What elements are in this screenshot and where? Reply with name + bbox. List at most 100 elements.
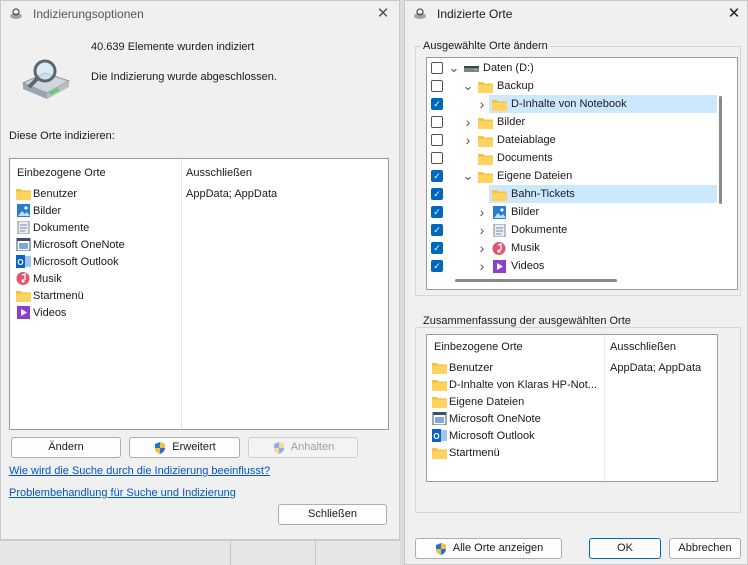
shield-icon bbox=[434, 542, 448, 556]
locations-list: Benutzer Bilder Dokumente Microsoft OneNote… bbox=[16, 185, 176, 321]
checkbox-checked[interactable]: ✓ bbox=[431, 242, 443, 254]
tree-item[interactable]: ✓ ⌄ Eigene Dateien bbox=[427, 167, 717, 185]
checkbox-checked[interactable]: ✓ bbox=[431, 98, 443, 110]
folder-icon bbox=[478, 152, 493, 165]
item-label: Benutzer bbox=[33, 187, 78, 200]
tree-item-label: Bilder bbox=[511, 206, 540, 218]
item-label: Videos bbox=[33, 306, 67, 319]
checkbox-checked[interactable]: ✓ bbox=[431, 224, 443, 236]
summary-item: Microsoft OneNote bbox=[432, 410, 602, 427]
checkbox-checked[interactable]: ✓ bbox=[431, 260, 443, 272]
chevron-right-icon[interactable]: › bbox=[475, 222, 489, 238]
checkbox-checked[interactable]: ✓ bbox=[431, 170, 443, 182]
music-icon bbox=[492, 241, 507, 255]
search-drive-icon bbox=[9, 8, 23, 20]
checkbox-unchecked[interactable] bbox=[431, 116, 443, 128]
included-locations-list[interactable]: Einbezogene Orte Ausschließen AppData; A… bbox=[9, 158, 389, 430]
location-item: Microsoft OneNote bbox=[16, 236, 176, 253]
folder-icon bbox=[432, 378, 447, 391]
locations-tree[interactable]: ⌄ Daten (D:) ⌄ Backup ✓ › D-Inhalte von Notebo… bbox=[426, 57, 738, 290]
tree-item-label: Dokumente bbox=[511, 224, 568, 236]
outlook-icon: O bbox=[432, 429, 447, 442]
summary-item: Benutzer bbox=[432, 359, 602, 376]
background-strip bbox=[0, 540, 400, 565]
tree-item[interactable]: ⌄ Backup bbox=[427, 77, 717, 95]
cancel-label: Abbrechen bbox=[678, 542, 732, 554]
tree-item[interactable]: › Bilder bbox=[427, 113, 717, 131]
tree-item[interactable]: ✓ › Dokumente bbox=[427, 221, 717, 239]
chevron-right-icon[interactable]: › bbox=[461, 114, 475, 130]
indexing-options-window: Indizierungsoptionen ✕ 40.639 Elemente w… bbox=[0, 0, 400, 540]
search-drive-icon bbox=[413, 8, 427, 20]
item-label: D-Inhalte von Klaras HP-Not... bbox=[449, 378, 597, 391]
svg-text:O: O bbox=[17, 258, 23, 267]
horizontal-scrollbar[interactable] bbox=[455, 279, 617, 282]
tree-item-label: Bahn-Tickets bbox=[511, 188, 575, 200]
tree-item[interactable]: › Dateiablage bbox=[427, 131, 717, 149]
show-all-locations-button[interactable]: Alle Orte anzeigen bbox=[415, 538, 562, 559]
tree-item-label: Backup bbox=[497, 80, 534, 92]
item-label: Microsoft Outlook bbox=[449, 429, 535, 442]
column-header-excluded: Ausschließen bbox=[186, 167, 253, 179]
tree-item[interactable]: ✓ › Videos bbox=[427, 257, 717, 275]
ok-button[interactable]: OK bbox=[589, 538, 661, 559]
tree-item[interactable]: ✓ › D-Inhalte von Notebook bbox=[427, 95, 717, 113]
chevron-right-icon[interactable]: › bbox=[475, 258, 489, 274]
checkbox-unchecked[interactable] bbox=[431, 62, 443, 74]
svg-text:O: O bbox=[433, 432, 439, 441]
troubleshoot-link[interactable]: Problembehandlung für Suche und Indizier… bbox=[9, 487, 236, 499]
shield-icon bbox=[153, 441, 167, 455]
search-indexing-help-link[interactable]: Wie wird die Suche durch die Indizierung… bbox=[9, 465, 270, 477]
tree-item[interactable]: ✓ Bahn-Tickets bbox=[427, 185, 717, 203]
chevron-right-icon[interactable]: › bbox=[475, 96, 489, 112]
checkbox-checked[interactable]: ✓ bbox=[431, 188, 443, 200]
show-all-label: Alle Orte anzeigen bbox=[452, 542, 544, 554]
drive-icon bbox=[464, 62, 479, 75]
tree-item-label: D-Inhalte von Notebook bbox=[511, 98, 627, 110]
chevron-right-icon[interactable]: › bbox=[475, 240, 489, 256]
window-title: Indizierte Orte bbox=[437, 7, 513, 21]
chevron-down-icon[interactable]: ⌄ bbox=[447, 61, 461, 74]
chevron-down-icon[interactable]: ⌄ bbox=[461, 169, 475, 182]
cancel-button[interactable]: Abbrechen bbox=[669, 538, 741, 559]
folder-icon bbox=[432, 395, 447, 408]
tree-item[interactable]: ✓ › Bilder bbox=[427, 203, 717, 221]
summary-list[interactable]: Einbezogene Orte Ausschließen AppData; A… bbox=[426, 334, 718, 482]
close-button-label: Schließen bbox=[308, 508, 357, 520]
item-label: Musik bbox=[33, 272, 62, 285]
title-bar: Indizierte Orte bbox=[405, 1, 747, 27]
outlook-icon: O bbox=[16, 255, 31, 268]
tree-item[interactable]: ⌄ Daten (D:) bbox=[427, 59, 717, 77]
indexed-locations-window: Indizierte Orte ✕ Ausgewählte Orte änder… bbox=[404, 0, 748, 565]
chevron-right-icon[interactable]: › bbox=[461, 132, 475, 148]
tree-item[interactable]: Documents bbox=[427, 149, 717, 167]
summary-label: Zusammenfassung der ausgewählten Orte bbox=[421, 315, 633, 327]
vertical-scrollbar[interactable] bbox=[719, 96, 722, 204]
music-icon bbox=[16, 272, 31, 285]
folder-icon bbox=[492, 188, 507, 201]
tree-item-label: Dateiablage bbox=[497, 134, 556, 146]
checkbox-unchecked[interactable] bbox=[431, 152, 443, 164]
close-button[interactable]: Schließen bbox=[278, 504, 387, 525]
close-icon[interactable]: ✕ bbox=[374, 5, 392, 23]
location-item: Musik bbox=[16, 270, 176, 287]
column-header-included: Einbezogene Orte bbox=[17, 167, 106, 179]
checkbox-unchecked[interactable] bbox=[431, 134, 443, 146]
checkbox-checked[interactable]: ✓ bbox=[431, 206, 443, 218]
pause-button[interactable]: Anhalten bbox=[248, 437, 358, 458]
indexed-count: 40.639 Elemente wurden indiziert bbox=[91, 41, 255, 53]
tree-item[interactable]: ✓ › Musik bbox=[427, 239, 717, 257]
pause-button-label: Anhalten bbox=[290, 441, 335, 453]
advanced-button[interactable]: Erweitert bbox=[129, 437, 240, 458]
checkbox-unchecked[interactable] bbox=[431, 80, 443, 92]
location-item: Benutzer bbox=[16, 185, 176, 202]
indexing-status: Die Indizierung wurde abgeschlossen. bbox=[91, 71, 277, 83]
title-bar: Indizierungsoptionen bbox=[1, 1, 399, 27]
chevron-right-icon[interactable]: › bbox=[475, 204, 489, 220]
close-icon[interactable]: ✕ bbox=[725, 5, 743, 23]
folder-icon bbox=[478, 134, 493, 147]
chevron-down-icon[interactable]: ⌄ bbox=[461, 79, 475, 92]
summary-item: D-Inhalte von Klaras HP-Not... bbox=[432, 376, 602, 393]
change-button[interactable]: Ändern bbox=[11, 437, 121, 458]
folder-icon bbox=[478, 170, 493, 183]
